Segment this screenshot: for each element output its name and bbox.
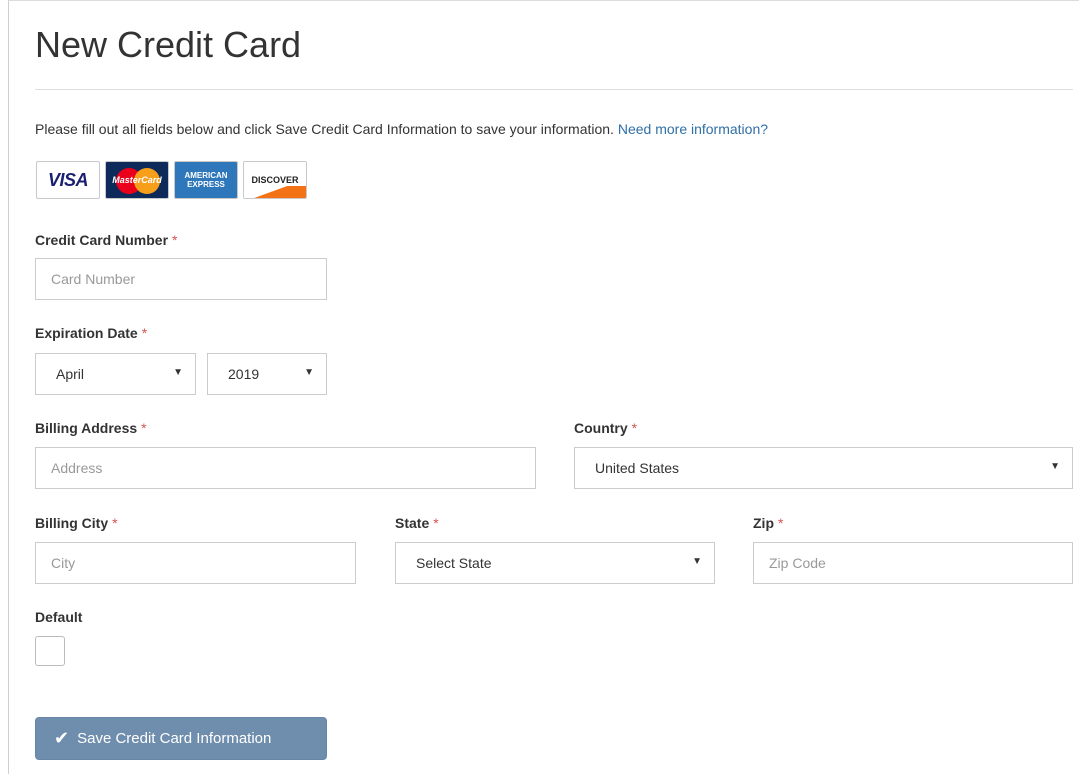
country-value: United States xyxy=(595,460,680,476)
mastercard-logo: MasterCard xyxy=(105,161,169,199)
country-label: Country * xyxy=(574,420,637,436)
required-marker: * xyxy=(141,325,148,341)
expiration-date-label-text: Expiration Date xyxy=(35,325,138,341)
country-select[interactable]: United States ▼ xyxy=(574,447,1073,489)
zip-input[interactable] xyxy=(753,542,1073,584)
chevron-down-icon: ▼ xyxy=(1050,461,1060,472)
required-marker: * xyxy=(172,232,178,248)
page-title: New Credit Card xyxy=(35,24,302,65)
visa-logo: VISA xyxy=(36,161,100,199)
zip-label: Zip * xyxy=(753,515,783,531)
billing-city-input[interactable] xyxy=(35,542,356,584)
billing-city-label: Billing City * xyxy=(35,515,118,531)
divider xyxy=(35,89,1073,90)
state-select[interactable]: Select State ▼ xyxy=(395,542,715,584)
state-label-text: State xyxy=(395,515,430,531)
discover-logo: DISCOVER xyxy=(243,161,307,199)
card-number-label-text: Credit Card Number xyxy=(35,232,169,248)
billing-address-label-text: Billing Address xyxy=(35,420,138,436)
amex-logo-text: AMERICAN EXPRESS xyxy=(184,171,228,189)
required-marker: * xyxy=(433,515,439,531)
required-marker: * xyxy=(141,420,147,436)
check-icon: ✔ xyxy=(54,728,70,748)
card-number-label: Credit Card Number * xyxy=(35,232,177,248)
expiration-date-label: Expiration Date * xyxy=(35,325,147,341)
required-marker: * xyxy=(631,420,638,436)
default-label: Default xyxy=(35,609,83,625)
discover-logo-text: DISCOVER xyxy=(251,175,299,185)
required-marker: * xyxy=(112,515,118,531)
intro-message: Please fill out all fields below and cli… xyxy=(35,121,614,137)
chevron-down-icon: ▼ xyxy=(173,367,183,378)
expiration-year-value: 2019 xyxy=(228,366,260,382)
zip-label-text: Zip xyxy=(753,515,774,531)
billing-address-label: Billing Address * xyxy=(35,420,147,436)
state-label: State * xyxy=(395,515,439,531)
state-value: Select State xyxy=(416,555,492,571)
expiration-month-value: April xyxy=(56,366,85,382)
card-number-input[interactable] xyxy=(35,258,327,300)
visa-logo-text: VISA xyxy=(47,169,89,190)
mastercard-logo-text: MasterCard xyxy=(112,175,162,185)
save-credit-card-button[interactable]: ✔ Save Credit Card Information xyxy=(35,717,327,760)
expiration-month-select[interactable]: April ▼ xyxy=(35,353,196,395)
save-button-label: Save Credit Card Information xyxy=(77,730,272,747)
required-marker: * xyxy=(778,515,784,531)
country-label-text: Country xyxy=(574,420,628,436)
expiration-year-select[interactable]: 2019 ▼ xyxy=(207,353,327,395)
need-more-info-link[interactable]: Need more information? xyxy=(618,121,768,137)
american-express-logo: AMERICAN EXPRESS xyxy=(174,161,238,199)
accepted-cards: VISA MasterCard AMERICAN EXPRESS DISCOVE… xyxy=(36,161,307,199)
intro-text: Please fill out all fields below and cli… xyxy=(35,121,768,137)
chevron-down-icon: ▼ xyxy=(692,556,702,567)
chevron-down-icon: ▼ xyxy=(304,367,314,378)
billing-address-input[interactable] xyxy=(35,447,536,489)
billing-city-label-text: Billing City xyxy=(35,515,109,531)
default-checkbox[interactable] xyxy=(35,636,65,666)
